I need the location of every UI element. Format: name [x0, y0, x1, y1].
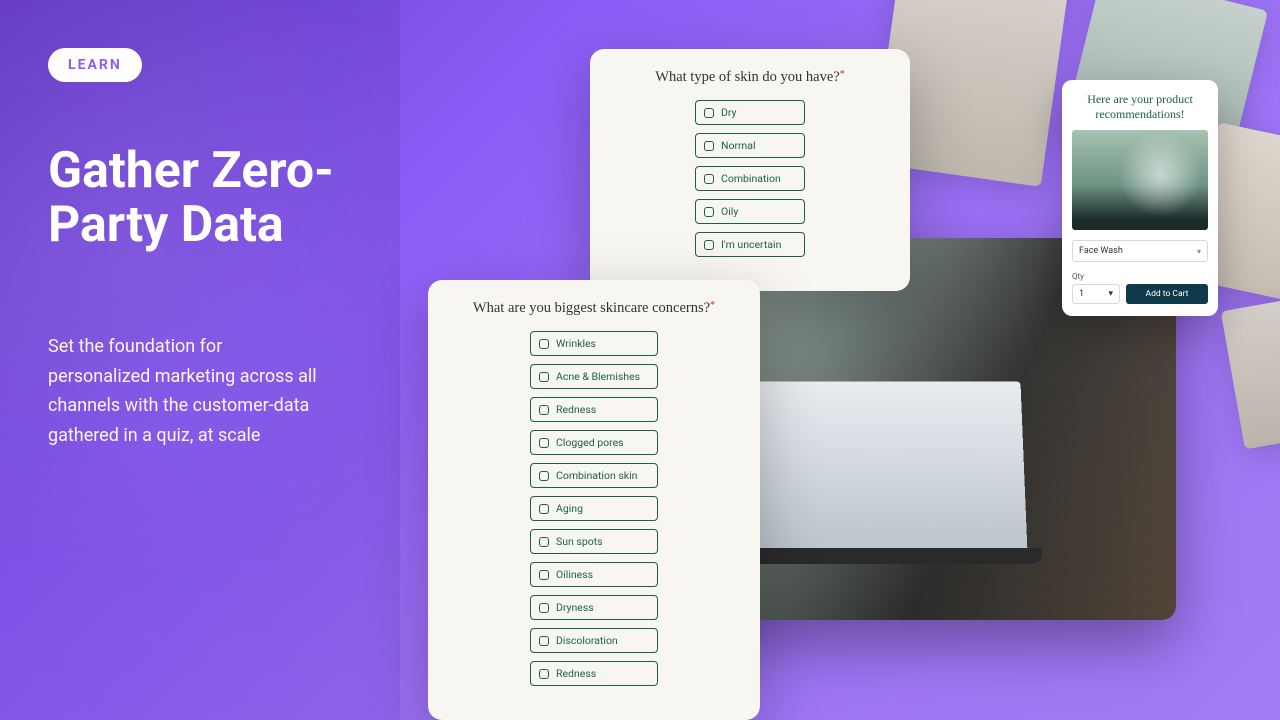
quiz-option[interactable]: Dry: [695, 100, 805, 125]
quiz-option[interactable]: Oily: [695, 199, 805, 224]
quiz-option[interactable]: Sun spots: [530, 529, 658, 554]
quiz-option[interactable]: Normal: [695, 133, 805, 158]
product-select-value: Face Wash: [1079, 246, 1123, 256]
checkbox-icon: [704, 240, 714, 250]
quiz-option-label: Combination skin: [556, 469, 637, 482]
headline: Gather Zero-Party Data: [48, 144, 368, 252]
quiz-question: What type of skin do you have?*: [612, 69, 888, 86]
checkbox-icon: [539, 537, 549, 547]
product-image: [1072, 130, 1208, 230]
checkbox-icon: [539, 471, 549, 481]
checkbox-icon: [539, 636, 549, 646]
quiz-option[interactable]: I'm uncertain: [695, 232, 805, 257]
checkbox-icon: [539, 669, 549, 679]
qty-select[interactable]: 1 ▾: [1072, 284, 1120, 304]
quiz-option-label: Sun spots: [556, 535, 603, 548]
required-asterisk: *: [840, 69, 845, 80]
quiz-option[interactable]: Wrinkles: [530, 331, 658, 356]
quiz-question: What are you biggest skincare concerns?*: [450, 300, 738, 317]
chevron-down-icon: ▾: [1197, 247, 1201, 256]
recommendation-title: Here are your product recommendations!: [1072, 92, 1208, 122]
quiz-option-label: Oily: [721, 205, 738, 218]
quiz-option[interactable]: Combination: [695, 166, 805, 191]
subheadline: Set the foundation for personalized mark…: [48, 332, 328, 451]
checkbox-icon: [704, 207, 714, 217]
checkbox-icon: [539, 372, 549, 382]
quiz-option[interactable]: Oiliness: [530, 562, 658, 587]
quiz-option[interactable]: Clogged pores: [530, 430, 658, 455]
quiz-option[interactable]: Redness: [530, 397, 658, 422]
quiz-card-skin-type: What type of skin do you have?* Dry Norma…: [590, 49, 910, 291]
quiz-option[interactable]: Aging: [530, 496, 658, 521]
checkbox-icon: [539, 570, 549, 580]
product-select[interactable]: Face Wash ▾: [1072, 240, 1208, 262]
quiz-option-label: Redness: [556, 403, 596, 416]
quiz-option[interactable]: Acne & Blemishes: [530, 364, 658, 389]
quiz-option[interactable]: Redness: [530, 661, 658, 686]
quiz-card-concerns: What are you biggest skincare concerns?*…: [428, 280, 760, 720]
decorative-card: [1221, 291, 1280, 450]
recommendation-card: Here are your product recommendations! F…: [1062, 80, 1218, 316]
checkbox-icon: [704, 174, 714, 184]
quiz-option-label: Redness: [556, 667, 596, 680]
checkbox-icon: [539, 405, 549, 415]
quiz-option-label: Dryness: [556, 601, 594, 614]
qty-label: Qty: [1072, 272, 1208, 281]
quiz-option-label: Clogged pores: [556, 436, 624, 449]
quiz-option-label: Wrinkles: [556, 337, 596, 350]
quiz-option-label: Normal: [721, 139, 756, 152]
learn-badge: LEARN: [48, 48, 142, 82]
checkbox-icon: [539, 339, 549, 349]
quiz-option[interactable]: Discoloration: [530, 628, 658, 653]
quiz-option-label: I'm uncertain: [721, 238, 781, 251]
checkbox-icon: [539, 504, 549, 514]
quiz-option[interactable]: Dryness: [530, 595, 658, 620]
quiz-option-label: Dry: [721, 106, 737, 119]
required-asterisk: *: [710, 300, 715, 311]
checkbox-icon: [539, 603, 549, 613]
quiz-option-label: Oiliness: [556, 568, 593, 581]
add-to-cart-button[interactable]: Add to Cart: [1126, 284, 1208, 304]
quiz-option[interactable]: Combination skin: [530, 463, 658, 488]
qty-value: 1: [1079, 289, 1084, 299]
checkbox-icon: [704, 108, 714, 118]
checkbox-icon: [704, 141, 714, 151]
chevron-down-icon: ▾: [1108, 289, 1113, 299]
quiz-option-label: Combination: [721, 172, 781, 185]
quiz-option-label: Acne & Blemishes: [556, 370, 640, 383]
quiz-option-label: Aging: [556, 502, 583, 515]
checkbox-icon: [539, 438, 549, 448]
quiz-option-label: Discoloration: [556, 634, 618, 647]
